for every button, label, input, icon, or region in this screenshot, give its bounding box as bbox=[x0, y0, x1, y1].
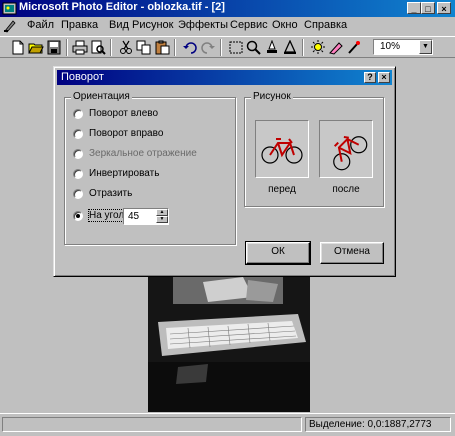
print-icon[interactable] bbox=[72, 40, 88, 55]
menu-file[interactable]: Файл bbox=[27, 19, 54, 31]
sharpen-icon[interactable] bbox=[282, 39, 298, 55]
transparent-icon[interactable] bbox=[346, 40, 362, 55]
help-button[interactable]: ? bbox=[364, 72, 376, 83]
radio-button[interactable] bbox=[73, 189, 83, 199]
spin-up-icon[interactable]: ▲ bbox=[156, 209, 168, 216]
print-preview-icon[interactable] bbox=[90, 40, 106, 55]
spin-down-icon[interactable]: ▼ bbox=[156, 216, 168, 223]
image-canvas[interactable] bbox=[148, 272, 310, 412]
radio-button[interactable] bbox=[73, 149, 83, 159]
chevron-down-icon[interactable]: ▼ bbox=[419, 40, 432, 54]
orientation-group: Ориентация Поворот влево Поворот вправо … bbox=[64, 91, 236, 245]
zoom-icon[interactable] bbox=[246, 40, 262, 55]
radio-button[interactable] bbox=[73, 109, 83, 119]
menu-edit[interactable]: Правка bbox=[61, 19, 98, 31]
dialog-title: Поворот bbox=[61, 71, 104, 83]
toolbar-separator bbox=[174, 39, 176, 56]
orientation-label: Ориентация bbox=[71, 91, 132, 102]
menu-view[interactable]: Вид bbox=[109, 19, 129, 31]
radio-label: На угол: bbox=[88, 209, 128, 222]
document-icon[interactable] bbox=[3, 19, 17, 33]
ok-button[interactable]: ОК bbox=[245, 241, 311, 265]
new-icon[interactable] bbox=[10, 40, 26, 55]
undo-icon[interactable] bbox=[182, 40, 198, 55]
menu-window[interactable]: Окно bbox=[272, 19, 298, 31]
radio-button[interactable] bbox=[73, 211, 83, 221]
zoom-dropdown[interactable]: 10% ▼ bbox=[373, 39, 433, 55]
radio-button[interactable] bbox=[73, 129, 83, 139]
minimize-button[interactable]: _ bbox=[407, 2, 421, 14]
copy-icon[interactable] bbox=[136, 40, 152, 55]
keyboard-photo bbox=[148, 272, 310, 412]
radio-label: Поворот вправо bbox=[89, 128, 164, 139]
picture-group: Рисунок перед после bbox=[244, 91, 384, 207]
picture-label: Рисунок bbox=[251, 91, 293, 102]
status-message bbox=[2, 417, 302, 432]
open-icon[interactable] bbox=[28, 40, 44, 55]
dialog-title-bar: Поворот ? × bbox=[57, 70, 392, 85]
menu-effects[interactable]: Эффекты bbox=[178, 19, 228, 31]
select-icon[interactable] bbox=[228, 40, 244, 55]
menu-tools[interactable]: Сервис bbox=[230, 19, 268, 31]
balance-icon[interactable] bbox=[310, 40, 326, 55]
maximize-button[interactable]: □ bbox=[421, 2, 435, 14]
angle-spinbox[interactable]: 45 ▲ ▼ bbox=[123, 208, 169, 225]
rotate-dialog: Поворот ? × Ориентация Поворот влево Пов… bbox=[53, 66, 396, 277]
cancel-button[interactable]: Отмена bbox=[320, 242, 384, 264]
paste-icon[interactable] bbox=[154, 40, 170, 55]
redo-icon[interactable] bbox=[200, 40, 216, 55]
menu-image[interactable]: Рисунок bbox=[132, 19, 174, 31]
close-button[interactable]: × bbox=[437, 2, 451, 14]
cut-icon[interactable] bbox=[118, 40, 134, 55]
toolbar-separator bbox=[220, 39, 222, 56]
toolbar-separator bbox=[66, 39, 68, 56]
preview-before bbox=[255, 120, 309, 178]
radio-button[interactable] bbox=[73, 169, 83, 179]
photo-editor-icon bbox=[2, 2, 17, 15]
radio-label: Инвертировать bbox=[89, 168, 160, 179]
selection-status: Выделение: 0,0:1887,2773 bbox=[305, 417, 451, 432]
smudge-icon[interactable] bbox=[264, 39, 280, 55]
window-title-bar: Microsoft Photo Editor - oblozka.tif - [… bbox=[0, 0, 455, 17]
toolbar-separator bbox=[302, 39, 304, 56]
toolbar-separator bbox=[110, 39, 112, 56]
after-caption: после bbox=[332, 184, 360, 195]
bicycle-icon bbox=[261, 138, 303, 164]
eraser-icon[interactable] bbox=[328, 40, 344, 55]
angle-value: 45 bbox=[128, 211, 140, 222]
radio-label: Зеркальное отражение bbox=[89, 148, 197, 159]
toolbar: 10% ▼ bbox=[0, 36, 455, 58]
menu-help[interactable]: Справка bbox=[304, 19, 347, 31]
window-title: Microsoft Photo Editor - oblozka.tif - [… bbox=[19, 1, 225, 13]
status-bar: Выделение: 0,0:1887,2773 bbox=[0, 413, 455, 436]
before-caption: перед bbox=[268, 184, 296, 195]
dialog-close-button[interactable]: × bbox=[378, 72, 390, 83]
save-icon[interactable] bbox=[46, 40, 62, 55]
bicycle-rotated-icon bbox=[333, 135, 368, 171]
zoom-value: 10% bbox=[380, 41, 401, 52]
radio-label: Отразить bbox=[89, 188, 133, 199]
preview-after bbox=[319, 120, 373, 178]
radio-label: Поворот влево bbox=[89, 108, 159, 119]
menu-bar: Файл Правка Вид Рисунок Эффекты Сервис О… bbox=[0, 17, 455, 35]
